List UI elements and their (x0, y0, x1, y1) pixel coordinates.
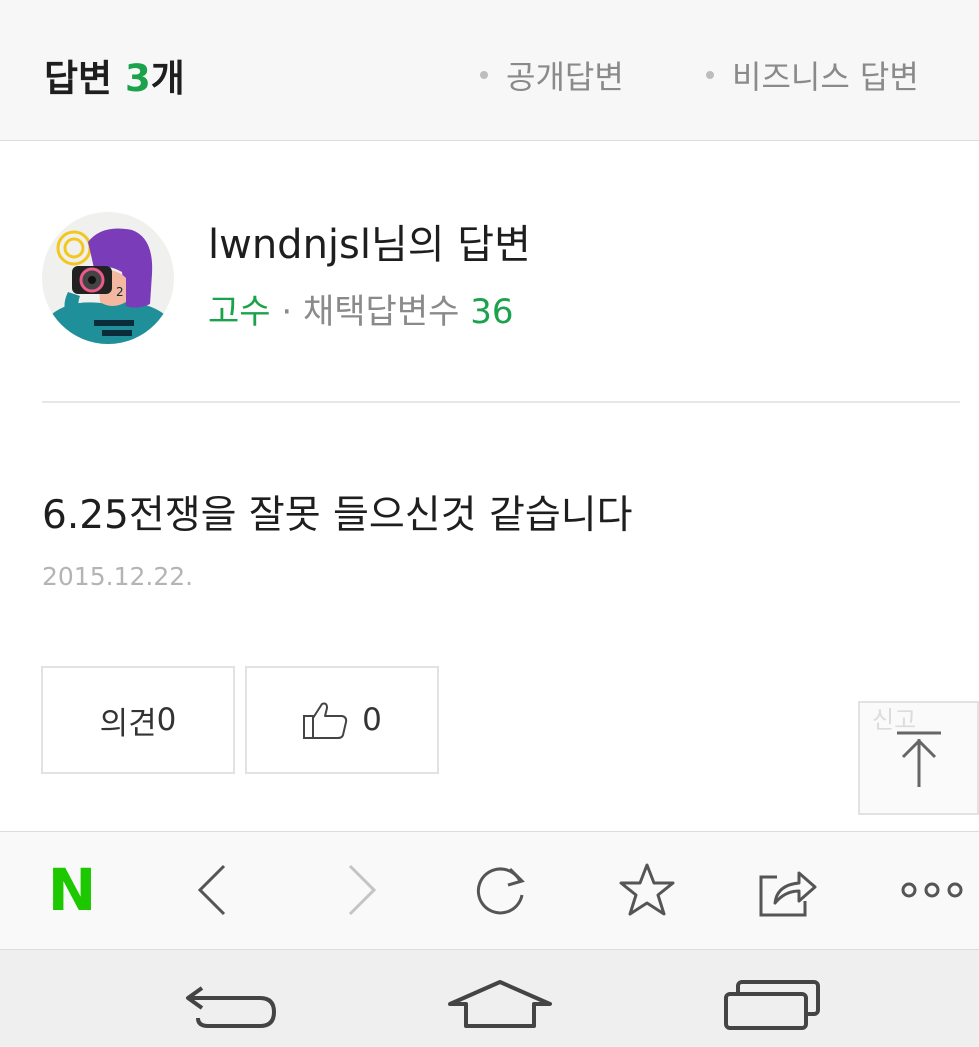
comment-count: 0 (156, 702, 177, 738)
avatar[interactable]: 2 (42, 212, 174, 344)
share-icon[interactable] (752, 850, 822, 930)
recent-apps-icon[interactable] (718, 972, 826, 1036)
svg-text:2: 2 (116, 285, 124, 299)
report-label[interactable]: 신고 (872, 700, 916, 735)
answer-text: 6.25전쟁을 잘못 들으신것 같습니다 (42, 493, 633, 538)
reload-icon[interactable] (466, 850, 536, 930)
like-button[interactable]: 0 (245, 666, 439, 774)
avatar-illustration-icon: 2 (42, 212, 174, 344)
forward-icon[interactable] (330, 850, 394, 930)
answers-suffix: 개 (150, 57, 185, 100)
author-meta: 고수 · 채택답변수 36 (208, 284, 513, 333)
answer-date: 2015.12.22. (42, 562, 194, 591)
answers-count: 3 (124, 57, 151, 100)
answers-title: 답변 3개 (44, 48, 185, 102)
home-icon[interactable] (444, 972, 556, 1036)
author-name[interactable]: lwndnjsl님의 답변 (208, 212, 531, 270)
filter-public-label: 공개답변 (506, 58, 624, 96)
bullet-icon (480, 71, 488, 79)
answers-label: 답변 (44, 57, 113, 100)
rank-badge: 고수 (208, 292, 271, 332)
comment-button[interactable]: 의견 0 (41, 666, 235, 774)
back-icon[interactable] (180, 850, 244, 930)
divider (42, 401, 960, 403)
like-count: 0 (362, 702, 382, 738)
filter-public-answers[interactable]: 공개답변 (480, 52, 624, 98)
thumbs-up-icon (303, 702, 348, 739)
system-back-icon[interactable] (176, 972, 284, 1036)
more-icon[interactable] (896, 850, 968, 930)
adopted-label: 채택답변수 (303, 292, 460, 332)
naver-logo[interactable]: N (40, 850, 104, 930)
comment-label: 의견 (99, 705, 157, 742)
filter-business-label: 비즈니스 답변 (732, 58, 919, 96)
bullet-icon (706, 71, 714, 79)
adopted-count: 36 (470, 292, 514, 332)
star-icon[interactable] (612, 850, 682, 930)
filter-business-answers[interactable]: 비즈니스 답변 (706, 52, 919, 98)
meta-separator: · (281, 292, 293, 332)
